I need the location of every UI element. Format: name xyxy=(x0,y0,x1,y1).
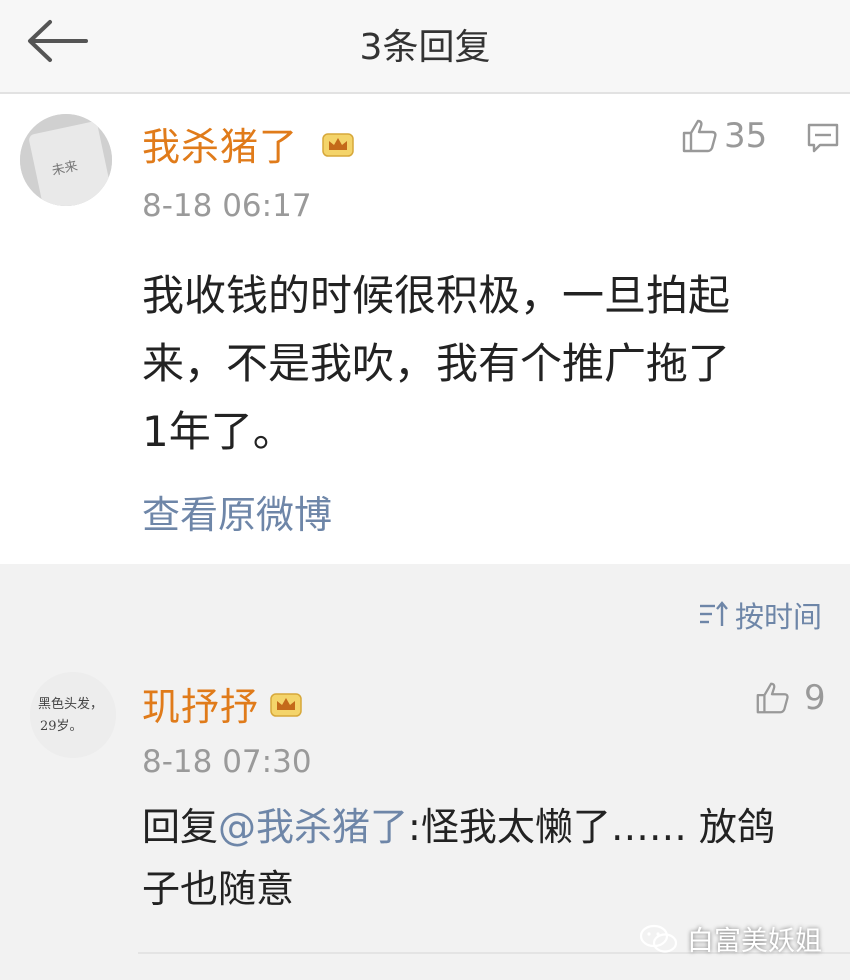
comment-line: 1年了。 xyxy=(142,407,295,456)
reply-line: 子也随意 xyxy=(142,867,295,911)
comment-body: 我收钱的时候很积极，一旦拍起 来，不是我吹，我有个推广拖了 1年了。 xyxy=(142,262,832,466)
avatar[interactable]: 黑色头发， 29岁。 xyxy=(30,672,116,758)
like-button[interactable]: 9 xyxy=(754,678,826,718)
crown-icon xyxy=(322,133,354,157)
reply-text: :怪我太懒了…… 放鸽 xyxy=(408,805,775,849)
avatar[interactable]: 未来 xyxy=(20,114,112,206)
timestamp: 8-18 06:17 xyxy=(142,188,312,224)
like-button[interactable]: 35 xyxy=(680,116,767,156)
reply-prefix: 回复 xyxy=(142,805,219,849)
reply-body: 回复@我杀猪了:怪我太懒了…… 放鸽 子也随意 xyxy=(142,796,832,920)
reply-line: 回复@我杀猪了:怪我太懒了…… 放鸽 xyxy=(142,796,832,858)
timestamp: 8-18 07:30 xyxy=(142,744,312,780)
thumbs-up-icon xyxy=(756,682,789,714)
wechat-icon xyxy=(639,924,678,953)
page-title: 3条回复 xyxy=(359,27,491,68)
username[interactable]: 玑抒抒 xyxy=(142,676,259,731)
watermark: 白富美妖姐 xyxy=(639,919,822,958)
top-bar: 3条回复 xyxy=(0,0,850,94)
username[interactable]: 我杀猪了 xyxy=(142,116,298,171)
thumbs-up-icon xyxy=(682,119,717,153)
avatar-text-line: 黑色头发， xyxy=(38,696,103,712)
watermark-text: 白富美妖姐 xyxy=(687,926,822,957)
mention-link[interactable]: @我杀猪了 xyxy=(218,805,408,849)
main-comment-card: 未来 我杀猪了 8-18 06:17 35 我收钱的时候很积极，一旦拍起 来，不… xyxy=(0,94,850,564)
like-count: 35 xyxy=(724,116,768,156)
comment-icon[interactable] xyxy=(806,122,840,154)
comment-line: 来，不是我吹，我有个推广拖了 xyxy=(142,339,731,388)
like-count: 9 xyxy=(804,678,826,718)
avatar-image: 黑色头发， 29岁。 xyxy=(30,672,116,758)
comment-line: 我收钱的时候很积极，一旦拍起 xyxy=(142,271,731,320)
view-original-link[interactable]: 查看原微博 xyxy=(142,484,332,539)
crown-icon xyxy=(270,693,302,717)
avatar-image: 未来 xyxy=(20,114,112,206)
avatar-text-line: 29岁。 xyxy=(40,719,83,734)
